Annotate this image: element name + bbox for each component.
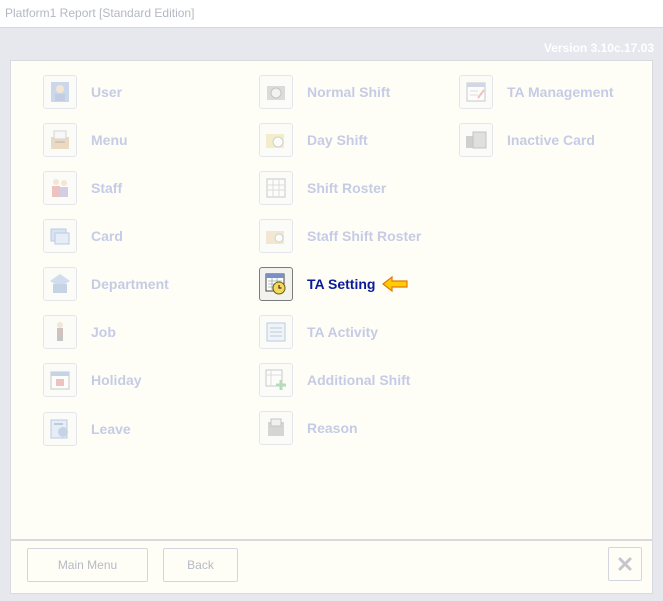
menu-item-department[interactable]: Department [43,266,169,302]
version-label: Version 3.10c.17.03 [543,41,654,55]
menu-item-label: Holiday [91,372,142,388]
menu-item-staff-shift-roster[interactable]: Staff Shift Roster [259,218,421,254]
menu-item-label: Inactive Card [507,132,595,148]
staff-icon [43,171,77,205]
menu-item-ta-activity[interactable]: TA Activity [259,314,378,350]
menu-item-label: Department [91,276,169,292]
back-button[interactable]: Back [163,548,238,582]
ta-activity-icon [259,315,293,349]
day-shift-icon [259,123,293,157]
menu-item-menu[interactable]: Menu [43,122,128,158]
menu-item-label: Day Shift [307,132,368,148]
window-title: Platform1 Report [Standard Edition] [5,6,195,20]
menu-item-day-shift[interactable]: Day Shift [259,122,368,158]
holiday-icon [43,363,77,397]
menu-item-label: Leave [91,421,131,437]
menu-item-label: TA Management [507,84,614,100]
menu-item-shift-roster[interactable]: Shift Roster [259,170,386,206]
shift-roster-icon [259,171,293,205]
menu-item-label: TA Activity [307,324,379,340]
menu-item-label: Additional Shift [307,372,411,388]
job-icon [43,315,77,349]
inactive-card-icon [459,123,493,157]
pointer-arrow-icon [381,276,409,292]
menu-item-label: Staff Shift Roster [307,228,422,244]
menu-item-label: User [91,84,123,100]
menu-item-leave[interactable]: Leave [43,411,131,447]
menu-item-label: Reason [307,420,358,436]
menu-item-job[interactable]: Job [43,314,116,350]
ta-setting-icon [259,267,293,301]
reason-icon [259,411,293,445]
main-menu-button[interactable]: Main Menu [27,548,148,582]
additional-shift-icon [259,363,293,397]
menu-item-label: Job [91,324,116,340]
menu-item-additional-shift[interactable]: Additional Shift [259,362,410,398]
menu-item-staff[interactable]: Staff [43,170,122,206]
menu-item-ta-setting[interactable]: TA Setting [259,266,409,302]
menu-item-user[interactable]: User [43,74,122,110]
department-icon [43,267,77,301]
menu-item-ta-management[interactable]: TA Management [459,74,614,110]
menu-item-reason[interactable]: Reason [259,410,358,446]
menu-item-label: TA Setting [307,276,376,292]
title-bar: Platform1 Report [Standard Edition] [0,0,663,28]
menu-item-label: Card [91,228,123,244]
menu-item-label: Normal Shift [307,84,391,100]
staff-shift-roster-icon [259,219,293,253]
ta-management-icon [459,75,493,109]
menu-item-normal-shift[interactable]: Normal Shift [259,74,390,110]
menu-item-label: Menu [91,132,128,148]
menu-item-label: Staff [91,180,123,196]
card-icon [43,219,77,253]
menu-icon [43,123,77,157]
menu-item-card[interactable]: Card [43,218,123,254]
menu-item-holiday[interactable]: Holiday [43,362,142,398]
leave-icon [43,412,77,446]
menu-item-inactive-card[interactable]: Inactive Card [459,122,595,158]
normal-shift-icon [259,75,293,109]
close-icon [618,557,632,571]
menu-item-label: Shift Roster [307,180,387,196]
close-button[interactable] [608,547,642,581]
user-icon [43,75,77,109]
